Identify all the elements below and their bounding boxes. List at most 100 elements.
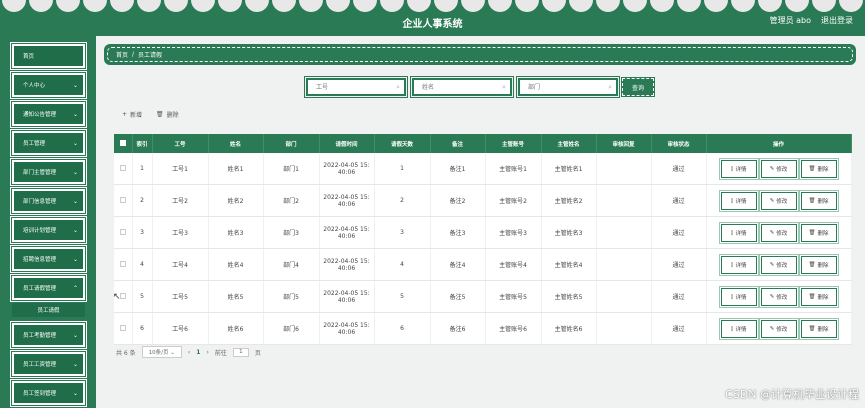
name-search-field[interactable]: ⌕ — [410, 76, 514, 98]
row-checkbox[interactable] — [119, 260, 126, 267]
chevron-down-icon: ⌄ — [72, 81, 78, 89]
goto-page-input[interactable]: 1 — [232, 347, 249, 357]
next-page-icon[interactable]: › — [206, 349, 208, 356]
detail-button[interactable]: ▯ 详情 — [718, 253, 759, 276]
cell-operations: ▯ 详情 ✎ 修改 🗑 删除 — [706, 153, 852, 185]
select-all-checkbox[interactable] — [119, 139, 126, 146]
cell-mgr-name: 主管姓名1 — [541, 153, 597, 185]
search-row: ⌕ ⌕ ⌕ 查询 — [96, 76, 865, 100]
page-number-current[interactable]: 1 — [196, 349, 200, 356]
cell-emp-no: 工号4 — [152, 248, 209, 281]
detail-label: 详情 — [735, 166, 747, 173]
row-checkbox[interactable] — [119, 164, 126, 171]
detail-label: 详情 — [735, 230, 747, 237]
sidebar-item-checkin[interactable]: 员工签到管理 ⌄ — [10, 379, 87, 407]
delete-label: 删除 — [166, 112, 179, 119]
leave-time-line1: 2022-04-05 15: — [323, 257, 370, 265]
edit-button[interactable]: ✎ 修改 — [758, 221, 799, 244]
row-select-cell[interactable] — [114, 153, 133, 185]
plus-icon: + — [122, 111, 128, 118]
emp-no-search-input[interactable] — [308, 80, 388, 94]
detail-button[interactable]: ▯ 详情 — [718, 221, 759, 244]
breadcrumb-home[interactable]: 首页 — [116, 50, 128, 59]
trash-icon: 🗑 — [808, 229, 816, 236]
delete-label: 删除 — [817, 326, 829, 333]
sidebar-item-dept-manager[interactable]: 部门主管管理 ⌄ — [10, 158, 87, 186]
edit-button[interactable]: ✎ 修改 — [758, 253, 799, 276]
row-select-cell[interactable] — [114, 312, 133, 345]
dept-search-input[interactable] — [520, 80, 600, 94]
trash-icon: 🗑 — [808, 261, 816, 268]
row-select-cell[interactable] — [114, 184, 133, 217]
sidebar-item-employee[interactable]: 员工管理 ⌄ — [10, 129, 87, 157]
cell-note: 备注3 — [430, 216, 486, 249]
sidebar-item-dept-info[interactable]: 部门信息管理 ⌄ — [10, 187, 87, 215]
sidebar-item-leave[interactable]: 员工请假管理 ⌃ — [10, 274, 87, 302]
detail-button[interactable]: ▯ 详情 — [718, 189, 759, 212]
chevron-down-icon: ⌄ — [72, 255, 78, 263]
cell-reply — [596, 216, 652, 249]
cell-reply — [596, 184, 652, 217]
goto-label: 前往 — [214, 349, 227, 357]
cell-days: 5 — [374, 280, 431, 313]
logout-button[interactable]: 退出登录 — [821, 15, 853, 26]
cell-name: 姓名3 — [208, 216, 264, 249]
prev-page-icon[interactable]: ‹ — [188, 349, 190, 356]
detail-label: 详情 — [735, 294, 747, 301]
cell-index: 6 — [132, 312, 153, 345]
main-content: 首页 / 员工请假 ⌕ ⌕ ⌕ 查询 +新增 🗑删除 — [96, 36, 865, 408]
leave-time-line1: 2022-04-05 15: — [323, 225, 370, 233]
sidebar-item-salary[interactable]: 员工工资管理 ⌄ — [10, 350, 87, 378]
cell-emp-no: 工号2 — [152, 184, 209, 217]
name-search-input[interactable] — [414, 80, 494, 94]
dept-search-field[interactable]: ⌕ — [516, 76, 620, 98]
row-select-cell[interactable] — [114, 248, 133, 281]
action-bar: + 新增 🗑 删除 — [122, 110, 179, 119]
delete-button[interactable]: 🗑 删除 — [798, 157, 839, 180]
trash-icon: 🗑 — [808, 197, 816, 204]
cell-leave-time: 2022-04-05 15: 40:06 — [319, 248, 375, 281]
query-button[interactable]: 查询 — [621, 77, 655, 97]
detail-button[interactable]: ▯ 详情 — [718, 285, 759, 308]
delete-button[interactable]: 🗑 删除 — [798, 221, 839, 244]
edit-button[interactable]: ✎ 修改 — [758, 317, 799, 340]
edit-label: 修改 — [776, 166, 788, 173]
cell-leave-time: 2022-04-05 15: 40:06 — [319, 153, 375, 185]
sidebar-item-home[interactable]: 首页 — [10, 42, 87, 70]
delete-button[interactable]: 🗑 删除 — [798, 253, 839, 276]
table-row: 4 工号4 姓名4 部门4 2022-04-05 15: 40:06 4 备注4 主管账号4 主管… — [114, 248, 852, 281]
row-checkbox[interactable] — [119, 292, 126, 299]
leave-time-line1: 2022-04-05 15: — [323, 321, 370, 329]
delete-button[interactable]: 🗑 删除 — [798, 285, 839, 308]
edit-button[interactable]: ✎ 修改 — [758, 285, 799, 308]
cell-index: 3 — [132, 216, 153, 249]
cell-dept: 部门3 — [263, 216, 320, 249]
edit-button[interactable]: ✎ 修改 — [758, 157, 799, 180]
sidebar-item-training[interactable]: 培训计划管理 ⌄ — [10, 216, 87, 244]
detail-button[interactable]: ▯ 详情 — [718, 157, 759, 180]
cell-days: 1 — [374, 153, 431, 185]
page-size-select[interactable]: 10条/页 ⌄ — [141, 346, 182, 358]
trash-icon: 🗑 — [156, 111, 164, 118]
leave-time-line1: 2022-04-05 15: — [323, 289, 370, 297]
delete-button[interactable]: 🗑 删除 — [798, 189, 839, 212]
emp-no-search-field[interactable]: ⌕ — [304, 76, 408, 98]
delete-button[interactable]: 🗑 删除 — [798, 317, 839, 340]
sidebar-item-notice[interactable]: 通知公告管理 ⌄ — [10, 100, 87, 128]
detail-button[interactable]: ▯ 详情 — [718, 317, 759, 340]
admin-username: 管理员 abo — [769, 16, 811, 25]
bulk-delete-button[interactable]: 🗑 删除 — [156, 110, 179, 119]
sidebar-item-attendance[interactable]: 员工考勤管理 ⌄ — [10, 321, 87, 349]
row-checkbox[interactable] — [119, 324, 126, 331]
row-checkbox[interactable] — [119, 228, 126, 235]
edit-button[interactable]: ✎ 修改 — [758, 189, 799, 212]
sidebar-subitem-leave[interactable]: 员工请假 — [12, 303, 85, 317]
sidebar-item-personal-center[interactable]: 个人中心 ⌄ — [10, 71, 87, 99]
sidebar-item-recruitment[interactable]: 招聘信息管理 ⌄ — [10, 245, 87, 273]
row-select-cell[interactable] — [114, 216, 133, 249]
add-button[interactable]: + 新增 — [122, 110, 142, 119]
row-checkbox[interactable] — [119, 196, 126, 203]
cell-note: 备注4 — [430, 248, 486, 281]
document-icon: ▯ — [730, 293, 734, 300]
select-all-header[interactable] — [114, 134, 133, 153]
